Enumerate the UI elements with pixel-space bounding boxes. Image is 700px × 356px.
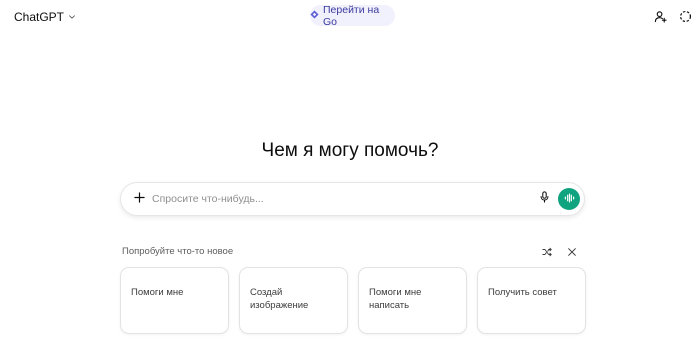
plus-icon (133, 190, 145, 208)
composer (120, 182, 585, 216)
upgrade-button[interactable]: Перейти на Go (310, 3, 395, 28)
suggestion-card-label: Помоги мне написать (369, 287, 422, 311)
dashed-circle-icon[interactable] (677, 8, 693, 24)
prompt-input[interactable] (152, 189, 522, 209)
suggestion-card-help[interactable]: Помоги мне (120, 267, 229, 334)
add-person-icon[interactable] (652, 8, 668, 24)
dictate-button[interactable] (536, 191, 552, 207)
suggestions-title: Попробуйте что-то новое (122, 246, 234, 257)
suggestion-card-create-image[interactable]: Создай изображение (239, 267, 348, 334)
chevron-down-icon (68, 10, 76, 24)
chatgpt-home: ChatGPT Перейти на Go Чем я могу помочь? (0, 0, 700, 356)
diamond-icon (310, 9, 319, 22)
suggestion-card-label: Помоги мне (131, 287, 184, 298)
microphone-icon (539, 190, 550, 208)
suggestion-cards: Помоги мне Создай изображение Помоги мне… (120, 267, 586, 334)
voice-mode-button[interactable] (558, 188, 580, 210)
voice-waveform-icon (564, 190, 575, 208)
suggestion-card-label: Создай изображение (250, 287, 309, 311)
suggestion-card-get-advice[interactable]: Получить совет (477, 267, 586, 334)
attach-button[interactable] (131, 191, 147, 207)
model-picker[interactable]: ChatGPT (14, 8, 76, 26)
suggestion-card-label: Получить совет (488, 287, 557, 298)
suggestion-card-help-write[interactable]: Помоги мне написать (358, 267, 467, 334)
close-icon[interactable] (565, 245, 578, 258)
upgrade-label: Перейти на Go (323, 3, 380, 28)
model-name: ChatGPT (14, 10, 65, 24)
page-title: Чем я могу помочь? (261, 140, 439, 161)
shuffle-icon[interactable] (540, 245, 553, 258)
